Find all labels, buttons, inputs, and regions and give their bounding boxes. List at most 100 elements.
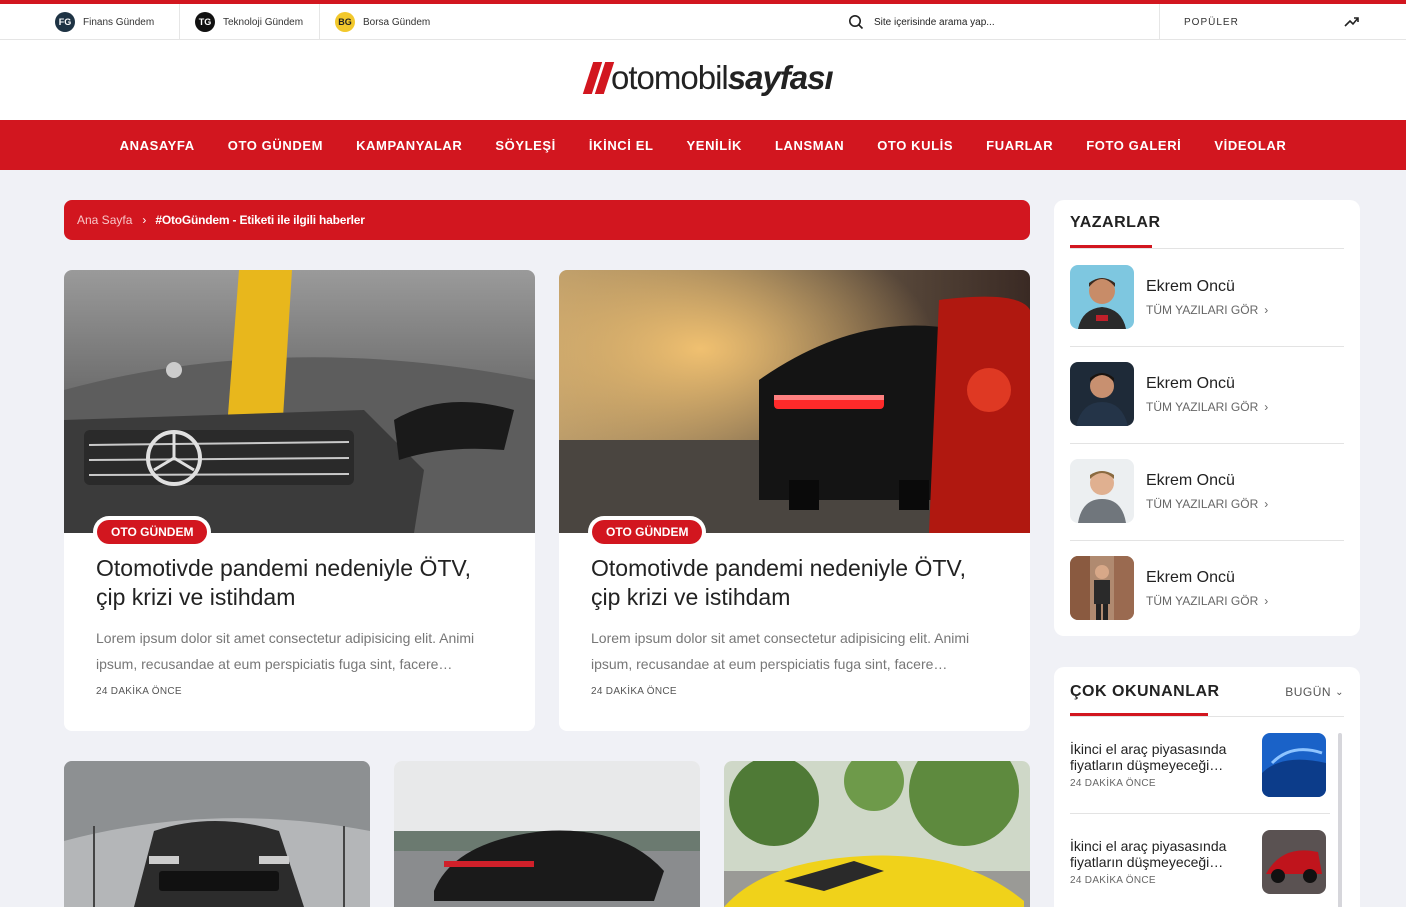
divider bbox=[1070, 443, 1344, 444]
article-title[interactable]: Otomotivde pandemi nedeniyle ÖTV, çip kr… bbox=[591, 554, 991, 612]
logo-text-1: otomobil bbox=[611, 59, 729, 96]
author-item[interactable]: Ekrem Oncü TÜM YAZILARI GÖR › bbox=[1070, 556, 1344, 620]
car-photo-icon bbox=[394, 761, 700, 907]
see-all-posts-link[interactable]: TÜM YAZILARI GÖR › bbox=[1146, 400, 1268, 414]
author-item[interactable]: Ekrem Oncü TÜM YAZILARI GÖR › bbox=[1070, 362, 1344, 426]
category-tag[interactable]: OTO GÜNDEM bbox=[93, 516, 212, 548]
site-label: Borsa Gündem bbox=[363, 16, 431, 28]
car-photo-icon bbox=[559, 270, 1030, 533]
breadcrumb-current: #OtoGündem - Etiketi ile ilgili haberler bbox=[155, 213, 365, 227]
finans-badge-icon: FG bbox=[55, 12, 75, 32]
category-label: OTO GÜNDEM bbox=[97, 520, 208, 544]
logo-mark-icon bbox=[582, 62, 615, 94]
see-all-label: TÜM YAZILARI GÖR bbox=[1146, 593, 1259, 608]
see-all-label: TÜM YAZILARI GÖR bbox=[1146, 302, 1259, 317]
teknoloji-badge-icon: TG bbox=[195, 12, 215, 32]
avatar[interactable] bbox=[1070, 362, 1134, 426]
divider bbox=[1070, 716, 1344, 717]
chevron-right-icon: › bbox=[1264, 399, 1269, 414]
authors-title: YAZARLAR bbox=[1070, 214, 1161, 231]
nav-item-soylesi[interactable]: SÖYLEŞİ bbox=[495, 138, 556, 153]
author-item[interactable]: Ekrem Oncü TÜM YAZILARI GÖR › bbox=[1070, 265, 1344, 329]
chevron-right-icon: › bbox=[142, 213, 147, 227]
most-read-widget: ÇOK OKUNANLAR BUGÜN ⌄ İkinci el araç piya… bbox=[1054, 667, 1360, 907]
divider bbox=[1070, 248, 1344, 249]
article-image[interactable] bbox=[64, 270, 535, 533]
header: otomobil sayfası bbox=[0, 40, 1406, 120]
borsa-badge-icon: BG bbox=[335, 12, 355, 32]
nav-item-anasayfa[interactable]: ANASAYFA bbox=[120, 138, 195, 153]
article-time: 24 DAKİKA ÖNCE bbox=[591, 686, 677, 697]
search-input[interactable]: Site içerisinde arama yap... bbox=[848, 4, 995, 40]
car-photo-icon bbox=[724, 761, 1030, 907]
nav-item-foto-galeri[interactable]: FOTO GALERİ bbox=[1086, 138, 1181, 153]
chevron-right-icon: › bbox=[1264, 496, 1269, 511]
popular-button[interactable]: POPÜLER bbox=[1184, 4, 1239, 40]
author-item[interactable]: Ekrem Oncü TÜM YAZILARI GÖR › bbox=[1070, 459, 1344, 523]
see-all-posts-link[interactable]: TÜM YAZILARI GÖR › bbox=[1146, 594, 1268, 608]
period-dropdown[interactable]: BUGÜN ⌄ bbox=[1285, 685, 1344, 699]
article-card[interactable] bbox=[394, 761, 700, 907]
site-link-teknoloji[interactable]: TG Teknoloji Gündem bbox=[195, 4, 303, 40]
popular-label: POPÜLER bbox=[1184, 16, 1239, 28]
category-tag[interactable]: OTO GÜNDEM bbox=[588, 516, 707, 548]
author-name[interactable]: Ekrem Oncü bbox=[1146, 472, 1268, 490]
breadcrumb-home[interactable]: Ana Sayfa bbox=[77, 213, 132, 227]
article-card[interactable]: OTO GÜNDEM Otomotivde pandemi nedeniyle … bbox=[559, 270, 1030, 731]
nav-item-kampanyalar[interactable]: KAMPANYALAR bbox=[356, 138, 462, 153]
most-read-item[interactable]: İkinci el araç piyasasında fiyatların dü… bbox=[1070, 733, 1330, 797]
car-photo-icon bbox=[64, 270, 535, 533]
site-label: Finans Gündem bbox=[83, 16, 155, 28]
author-name[interactable]: Ekrem Oncü bbox=[1146, 569, 1268, 587]
search-icon bbox=[849, 15, 864, 30]
divider bbox=[1070, 813, 1330, 814]
article-card[interactable]: OTO GÜNDEM Otomotivde pandemi nedeniyle … bbox=[64, 270, 535, 731]
chevron-down-icon: ⌄ bbox=[1335, 686, 1344, 698]
see-all-posts-link[interactable]: TÜM YAZILARI GÖR › bbox=[1146, 303, 1268, 317]
search-placeholder: Site içerisinde arama yap... bbox=[874, 16, 995, 28]
article-card[interactable] bbox=[724, 761, 1030, 907]
author-name[interactable]: Ekrem Oncü bbox=[1146, 375, 1268, 393]
article-title[interactable]: Otomotivde pandemi nedeniyle ÖTV, çip kr… bbox=[96, 554, 496, 612]
nav-item-videolar[interactable]: VİDEOLAR bbox=[1214, 138, 1286, 153]
chevron-right-icon: › bbox=[1264, 593, 1269, 608]
author-name[interactable]: Ekrem Oncü bbox=[1146, 278, 1268, 296]
most-read-thumbnail[interactable] bbox=[1262, 830, 1326, 894]
divider bbox=[179, 4, 180, 40]
nav-item-oto-gundem[interactable]: OTO GÜNDEM bbox=[228, 138, 323, 153]
breadcrumb: Ana Sayfa › #OtoGündem - Etiketi ile ilg… bbox=[64, 200, 1030, 240]
top-bar: FG Finans Gündem TG Teknoloji Gündem BG … bbox=[0, 0, 1406, 40]
divider bbox=[1159, 4, 1160, 40]
avatar[interactable] bbox=[1070, 265, 1134, 329]
main-nav: ANASAYFA OTO GÜNDEM KAMPANYALAR SÖYLEŞİ … bbox=[0, 120, 1406, 170]
site-logo[interactable]: otomobil sayfası bbox=[582, 59, 834, 96]
nav-item-yenilik[interactable]: YENİLİK bbox=[687, 138, 742, 153]
site-link-finans[interactable]: FG Finans Gündem bbox=[55, 4, 154, 40]
article-card[interactable] bbox=[64, 761, 370, 907]
most-read-title-text[interactable]: İkinci el araç piyasasında fiyatların dü… bbox=[1070, 741, 1250, 773]
avatar[interactable] bbox=[1070, 459, 1134, 523]
scrollbar[interactable] bbox=[1338, 733, 1342, 907]
period-label: BUGÜN bbox=[1285, 685, 1332, 699]
authors-widget: YAZARLAR Ekrem Oncü TÜM YAZILARI GÖR › Ek… bbox=[1054, 200, 1360, 636]
most-read-item[interactable]: İkinci el araç piyasasında fiyatların dü… bbox=[1070, 830, 1330, 894]
logo-text-2: sayfası bbox=[727, 59, 834, 96]
nav-item-fuarlar[interactable]: FUARLAR bbox=[986, 138, 1053, 153]
site-link-borsa[interactable]: BG Borsa Gündem bbox=[335, 4, 430, 40]
article-image[interactable] bbox=[559, 270, 1030, 533]
chevron-right-icon: › bbox=[1264, 302, 1269, 317]
car-photo-icon bbox=[64, 761, 370, 907]
nav-item-ikinci-el[interactable]: İKİNCİ EL bbox=[589, 138, 654, 153]
avatar[interactable] bbox=[1070, 556, 1134, 620]
nav-item-oto-kulis[interactable]: OTO KULİS bbox=[877, 138, 953, 153]
most-read-thumbnail[interactable] bbox=[1262, 733, 1326, 797]
divider bbox=[1070, 540, 1344, 541]
see-all-label: TÜM YAZILARI GÖR bbox=[1146, 496, 1259, 511]
see-all-posts-link[interactable]: TÜM YAZILARI GÖR › bbox=[1146, 497, 1268, 511]
most-read-title-text[interactable]: İkinci el araç piyasasında fiyatların dü… bbox=[1070, 838, 1250, 870]
article-excerpt: Lorem ipsum dolor sit amet consectetur a… bbox=[591, 630, 970, 672]
most-read-time: 24 DAKİKA ÖNCE bbox=[1070, 778, 1156, 789]
article-excerpt: Lorem ipsum dolor sit amet consectetur a… bbox=[96, 630, 475, 672]
trending-icon[interactable] bbox=[1344, 14, 1360, 28]
nav-item-lansman[interactable]: LANSMAN bbox=[775, 138, 844, 153]
